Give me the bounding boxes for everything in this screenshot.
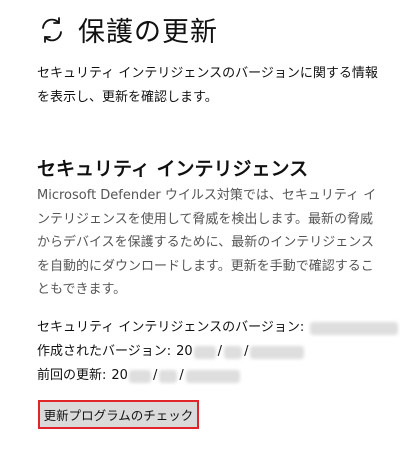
created-version-label: 作成されたバージョン: bbox=[37, 344, 172, 359]
redacted-version-value bbox=[310, 321, 399, 335]
section-body: Microsoft Defender ウイルス対策では、セキュリティ インテリジ… bbox=[37, 188, 377, 297]
created-version-row: 作成されたバージョン: 20 / / bbox=[37, 340, 399, 364]
page-description: セキュリティ インテリジェンスのバージョンに関する情報を表示し、更新を確認します… bbox=[37, 66, 378, 105]
created-year-prefix: 20 bbox=[176, 344, 193, 359]
redacted-update-day-time bbox=[185, 369, 240, 383]
intelligence-version-row: セキュリティ インテリジェンスのバージョン: bbox=[37, 316, 399, 340]
check-for-updates-button[interactable]: 更新プログラムのチェック bbox=[38, 400, 199, 429]
date-separator: / bbox=[152, 368, 158, 383]
redacted-created-day-time bbox=[250, 345, 305, 359]
date-separator: / bbox=[179, 368, 184, 383]
page-title: 保護の更新 bbox=[78, 17, 218, 48]
redacted-update-year bbox=[128, 369, 151, 383]
last-update-year-prefix: 20 bbox=[111, 368, 128, 383]
section-heading: セキュリティ インテリジェンス bbox=[37, 158, 309, 180]
redacted-update-month bbox=[159, 369, 178, 383]
page-header: 保護の更新 bbox=[37, 10, 218, 49]
last-update-label: 前回の更新: bbox=[37, 368, 107, 383]
version-info: セキュリティ インテリジェンスのバージョン: 作成されたバージョン: 20 / … bbox=[37, 316, 399, 388]
intelligence-version-label: セキュリティ インテリジェンスのバージョン: bbox=[37, 320, 305, 335]
refresh-icon bbox=[42, 16, 62, 43]
date-separator: / bbox=[217, 344, 223, 359]
date-separator: / bbox=[244, 344, 249, 359]
redacted-created-month bbox=[224, 345, 243, 359]
redacted-created-year bbox=[193, 345, 216, 359]
last-update-row: 前回の更新: 20 / / bbox=[37, 364, 399, 388]
